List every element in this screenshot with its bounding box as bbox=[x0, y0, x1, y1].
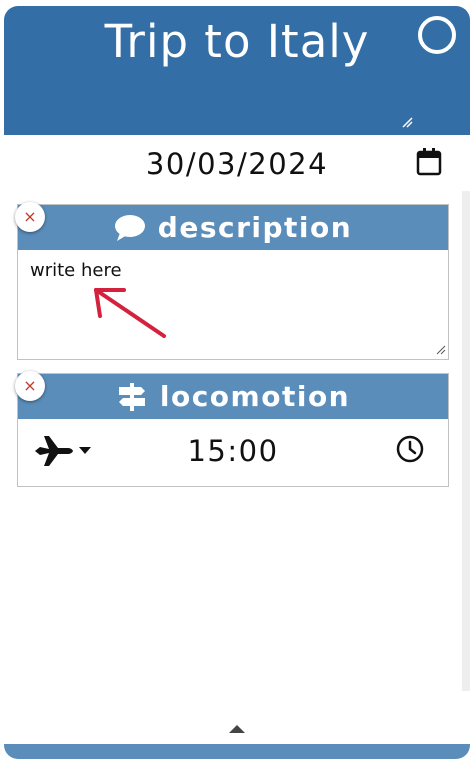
remove-description-button[interactable]: × bbox=[15, 202, 45, 232]
date-input[interactable]: 30/03/2024 bbox=[4, 147, 470, 181]
scrollbar[interactable] bbox=[462, 191, 470, 691]
resize-handle-icon[interactable] bbox=[401, 116, 413, 128]
annotation-arrow-icon bbox=[94, 288, 166, 338]
calendar-icon[interactable] bbox=[415, 147, 443, 177]
circle-icon[interactable] bbox=[418, 16, 456, 54]
locomotion-title: locomotion bbox=[159, 380, 351, 413]
locomotion-section: locomotion 15:00 bbox=[17, 373, 449, 487]
locomotion-row: 15:00 bbox=[18, 419, 448, 485]
textarea-resize-icon[interactable] bbox=[436, 345, 446, 355]
time-input[interactable]: 15:00 bbox=[18, 434, 448, 468]
speech-bubble-icon bbox=[114, 214, 145, 241]
locomotion-header: locomotion bbox=[18, 374, 448, 419]
description-header: description bbox=[18, 205, 448, 250]
trip-title[interactable]: Trip to Italy bbox=[4, 14, 470, 70]
description-title: description bbox=[157, 211, 353, 244]
bottom-bar bbox=[4, 744, 470, 759]
date-row: 30/03/2024 bbox=[4, 135, 470, 191]
trip-card: Trip to Italy 30/03/2024 description wri… bbox=[4, 6, 470, 759]
trip-header: Trip to Italy bbox=[4, 6, 470, 135]
remove-locomotion-button[interactable]: × bbox=[15, 371, 45, 401]
chevron-up-icon[interactable] bbox=[228, 724, 246, 734]
clock-icon[interactable] bbox=[395, 434, 425, 464]
signpost-icon bbox=[118, 382, 145, 411]
